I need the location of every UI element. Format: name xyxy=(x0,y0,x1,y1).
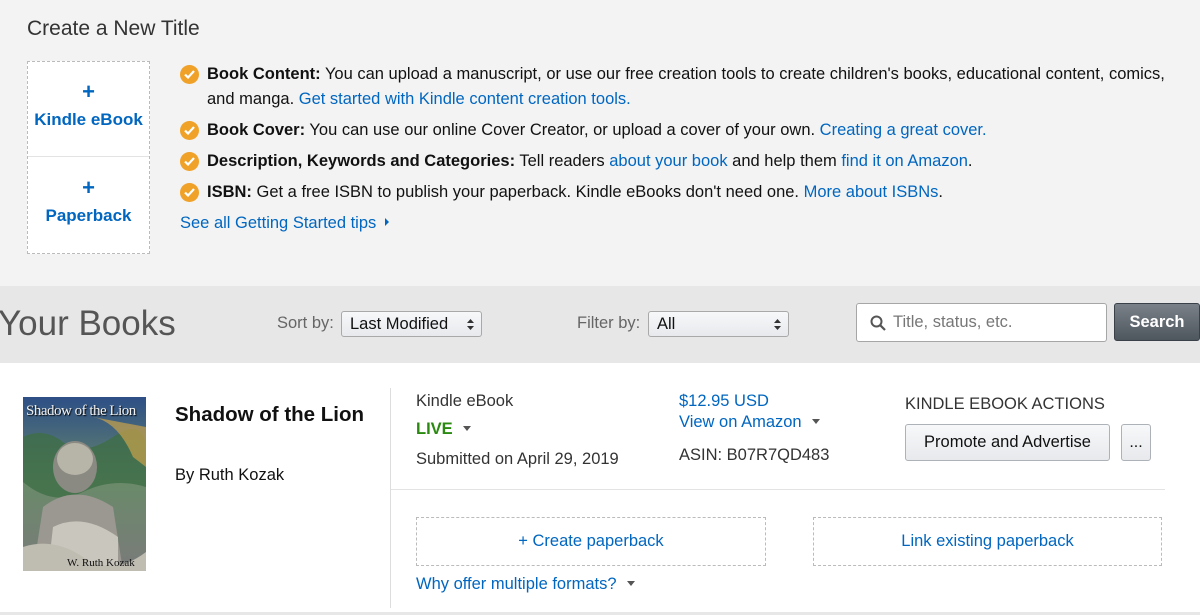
why-multiple-formats-dropdown[interactable]: Why offer multiple formats? xyxy=(416,575,635,594)
kindle-creation-tools-link[interactable]: Get started with Kindle content creation… xyxy=(299,90,631,108)
plus-icon: + xyxy=(82,175,95,200)
cover-title-text: Shadow of the Lion xyxy=(26,403,136,419)
chevron-down-icon xyxy=(462,426,471,431)
tip-heading: Book Content: xyxy=(207,65,321,83)
tip-book-cover: Book Cover: You can use our online Cover… xyxy=(180,118,1180,143)
book-cover-art xyxy=(23,397,146,571)
search-field[interactable] xyxy=(856,303,1107,342)
chevron-down-icon xyxy=(811,419,820,424)
create-paperback-button[interactable]: + Create paperback xyxy=(416,517,766,566)
asin-value: ASIN: B07R7QD483 xyxy=(679,446,830,464)
sort-by-value: Last Modified xyxy=(350,315,449,333)
see-all-tips-link[interactable]: See all Getting Started tips xyxy=(180,211,390,236)
filter-by-select[interactable]: All xyxy=(648,311,789,337)
view-on-amazon-label: View on Amazon xyxy=(679,413,802,431)
paperback-label: Paperback xyxy=(45,206,132,225)
creating-great-cover-link[interactable]: Creating a great cover. xyxy=(820,121,987,139)
link-existing-paperback-button[interactable]: Link existing paperback xyxy=(813,517,1162,566)
your-books-heading: Your Books xyxy=(0,304,176,343)
tip-description-keywords: Description, Keywords and Categories: Te… xyxy=(180,149,1180,174)
book-cover-image[interactable]: Shadow of the Lion W. Ruth Kozak xyxy=(23,397,146,571)
select-arrows-icon xyxy=(774,319,781,330)
book-author: By Ruth Kozak xyxy=(175,466,285,484)
find-it-on-amazon-link[interactable]: find it on Amazon xyxy=(841,152,968,170)
check-circle-icon xyxy=(180,152,199,171)
book-title[interactable]: Shadow of the Lion xyxy=(175,402,375,428)
check-circle-icon xyxy=(180,65,199,84)
caret-right-icon xyxy=(385,218,390,226)
create-paperback-title-button[interactable]: + Paperback xyxy=(28,158,149,253)
create-title-heading: Create a New Title xyxy=(27,17,200,40)
tip-text: and help them xyxy=(727,152,842,170)
format-type-label: Kindle eBook xyxy=(416,392,514,410)
view-on-amazon-dropdown[interactable]: View on Amazon xyxy=(679,413,820,432)
check-circle-icon xyxy=(180,121,199,140)
column-divider xyxy=(390,388,391,608)
plus-icon: + xyxy=(82,79,95,104)
more-about-isbns-link[interactable]: More about ISBNs xyxy=(804,183,939,201)
select-arrows-icon xyxy=(467,319,474,330)
promote-and-advertise-button[interactable]: Promote and Advertise xyxy=(905,424,1110,461)
filter-by-label: Filter by: xyxy=(577,314,641,332)
more-actions-button[interactable]: ... xyxy=(1121,424,1151,461)
tip-heading: Book Cover: xyxy=(207,121,306,139)
price-link[interactable]: $12.95 USD xyxy=(679,392,769,411)
tip-heading: ISBN: xyxy=(207,183,252,201)
check-circle-icon xyxy=(180,183,199,202)
search-input[interactable] xyxy=(893,313,1098,332)
status-badge: LIVE xyxy=(416,420,453,438)
row-divider xyxy=(391,489,1165,490)
search-button[interactable]: Search xyxy=(1114,303,1200,341)
tip-heading: Description, Keywords and Categories: xyxy=(207,152,516,170)
see-all-tips-label: See all Getting Started tips xyxy=(180,214,377,232)
tip-text: You can use our online Cover Creator, or… xyxy=(305,121,820,139)
why-multiple-formats-label: Why offer multiple formats? xyxy=(416,575,617,593)
search-icon xyxy=(870,315,886,331)
sort-by-label: Sort by: xyxy=(277,314,334,332)
tip-book-content: Book Content: You can upload a manuscrip… xyxy=(180,62,1180,112)
tip-text: Get a free ISBN to publish your paperbac… xyxy=(251,183,804,201)
chevron-down-icon xyxy=(626,581,635,586)
submitted-date: Submitted on April 29, 2019 xyxy=(416,450,619,468)
tip-text: Tell readers xyxy=(515,152,610,170)
tip-text: . xyxy=(967,152,973,170)
cover-author-text: W. Ruth Kozak xyxy=(67,557,135,569)
kindle-ebook-label: Kindle eBook xyxy=(34,110,143,129)
getting-started-tips: Book Content: You can upload a manuscrip… xyxy=(180,62,1180,236)
filter-by-value: All xyxy=(657,315,676,333)
sort-by-select[interactable]: Last Modified xyxy=(341,311,482,337)
create-kindle-ebook-button[interactable]: + Kindle eBook xyxy=(28,62,149,157)
kindle-ebook-actions-heading: KINDLE EBOOK ACTIONS xyxy=(905,395,1105,413)
your-books-toolbar: Your Books Sort by: Last Modified Filter… xyxy=(0,286,1200,363)
format-picker: + Kindle eBook + Paperback xyxy=(27,61,150,254)
about-your-book-link[interactable]: about your book xyxy=(609,152,727,170)
status-dropdown[interactable]: LIVE xyxy=(416,420,471,439)
tip-text: . xyxy=(938,183,943,201)
tip-isbn: ISBN: Get a free ISBN to publish your pa… xyxy=(180,180,1180,205)
create-new-title-section: Create a New Title + Kindle eBook + Pape… xyxy=(0,0,1200,286)
